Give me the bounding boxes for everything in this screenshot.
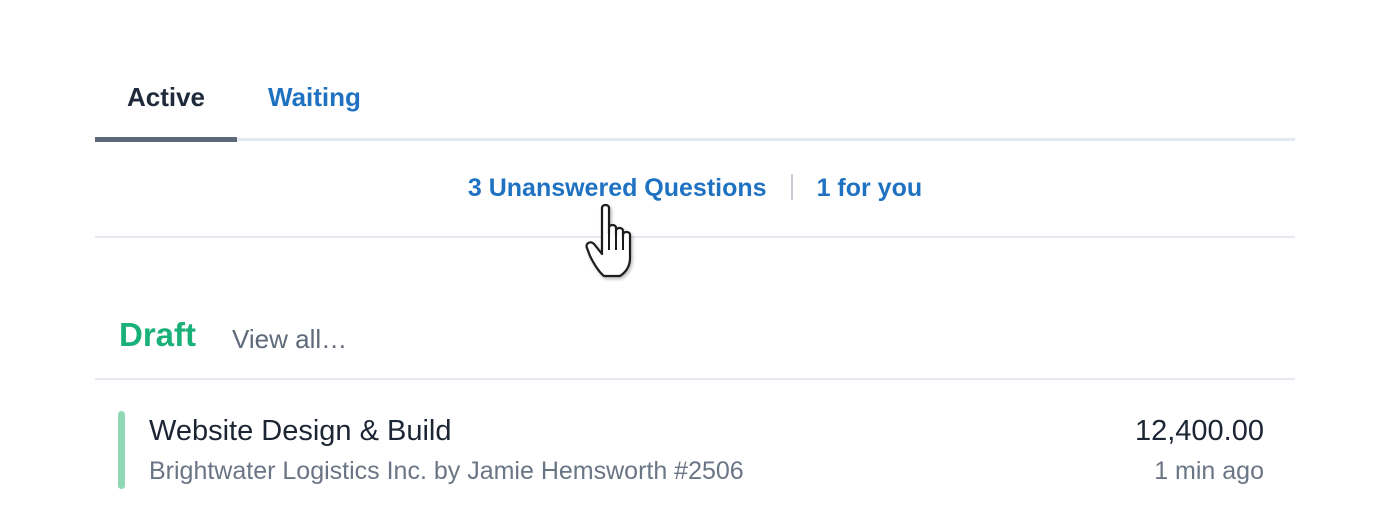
tab-active[interactable]: Active: [95, 82, 237, 113]
tab-bar: Active Waiting: [95, 68, 1295, 143]
page: Active Waiting 3 Unanswered Questions 1 f…: [0, 0, 1386, 518]
item-subtitle: Brightwater Logistics Inc. by Jamie Hems…: [149, 457, 744, 485]
draft-divider: [95, 378, 1295, 380]
tab-active-indicator: [95, 137, 237, 142]
tab-waiting[interactable]: Waiting: [268, 82, 361, 113]
item-amount: 12,400.00: [1134, 415, 1264, 447]
tab-bar-divider: [95, 138, 1295, 141]
item-timestamp: 1 min ago: [1154, 457, 1264, 485]
status-indicator-bar: [118, 411, 125, 489]
questions-separator: [790, 174, 793, 201]
hand-pointer-cursor-icon: [585, 203, 632, 278]
list-item[interactable]: Website Design & Build Brightwater Logis…: [95, 405, 1295, 495]
section-divider: [95, 236, 1295, 238]
item-title: Website Design & Build: [149, 415, 452, 447]
draft-section-title: Draft: [119, 316, 197, 353]
for-you-link[interactable]: 1 for you: [817, 174, 923, 202]
view-all-link[interactable]: View all…: [232, 324, 347, 355]
questions-summary: 3 Unanswered Questions 1 for you: [95, 168, 1295, 208]
unanswered-questions-link[interactable]: 3 Unanswered Questions: [468, 174, 767, 202]
